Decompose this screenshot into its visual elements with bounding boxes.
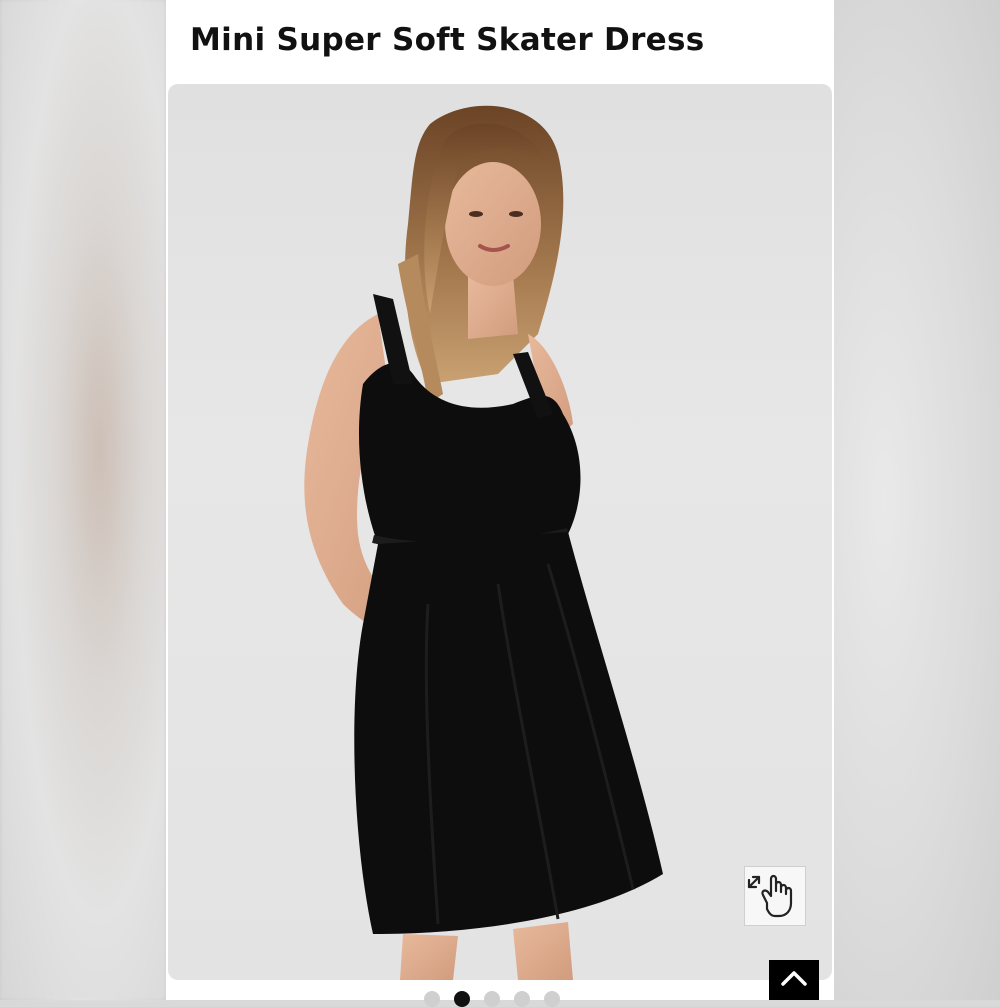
carousel-dot[interactable]	[544, 991, 560, 1007]
product-card: Mini Super Soft Skater Dress Model weari…	[166, 0, 834, 1007]
blurred-side-right	[834, 0, 1000, 1000]
model-illustration	[304, 105, 663, 980]
chevron-up-icon	[780, 969, 808, 991]
product-title: Mini Super Soft Skater Dress	[190, 22, 705, 58]
carousel-dot[interactable]	[484, 991, 500, 1007]
zoom-button[interactable]	[744, 866, 806, 926]
product-image[interactable]: Model wearing a black mini skater dress	[168, 84, 832, 980]
blurred-side-left	[0, 0, 166, 1000]
carousel-dot[interactable]	[514, 991, 530, 1007]
carousel-dot[interactable]	[424, 991, 440, 1007]
back-to-top-button[interactable]	[769, 960, 819, 1000]
carousel-dot-active[interactable]	[454, 991, 470, 1007]
carousel-dots	[424, 991, 560, 1007]
